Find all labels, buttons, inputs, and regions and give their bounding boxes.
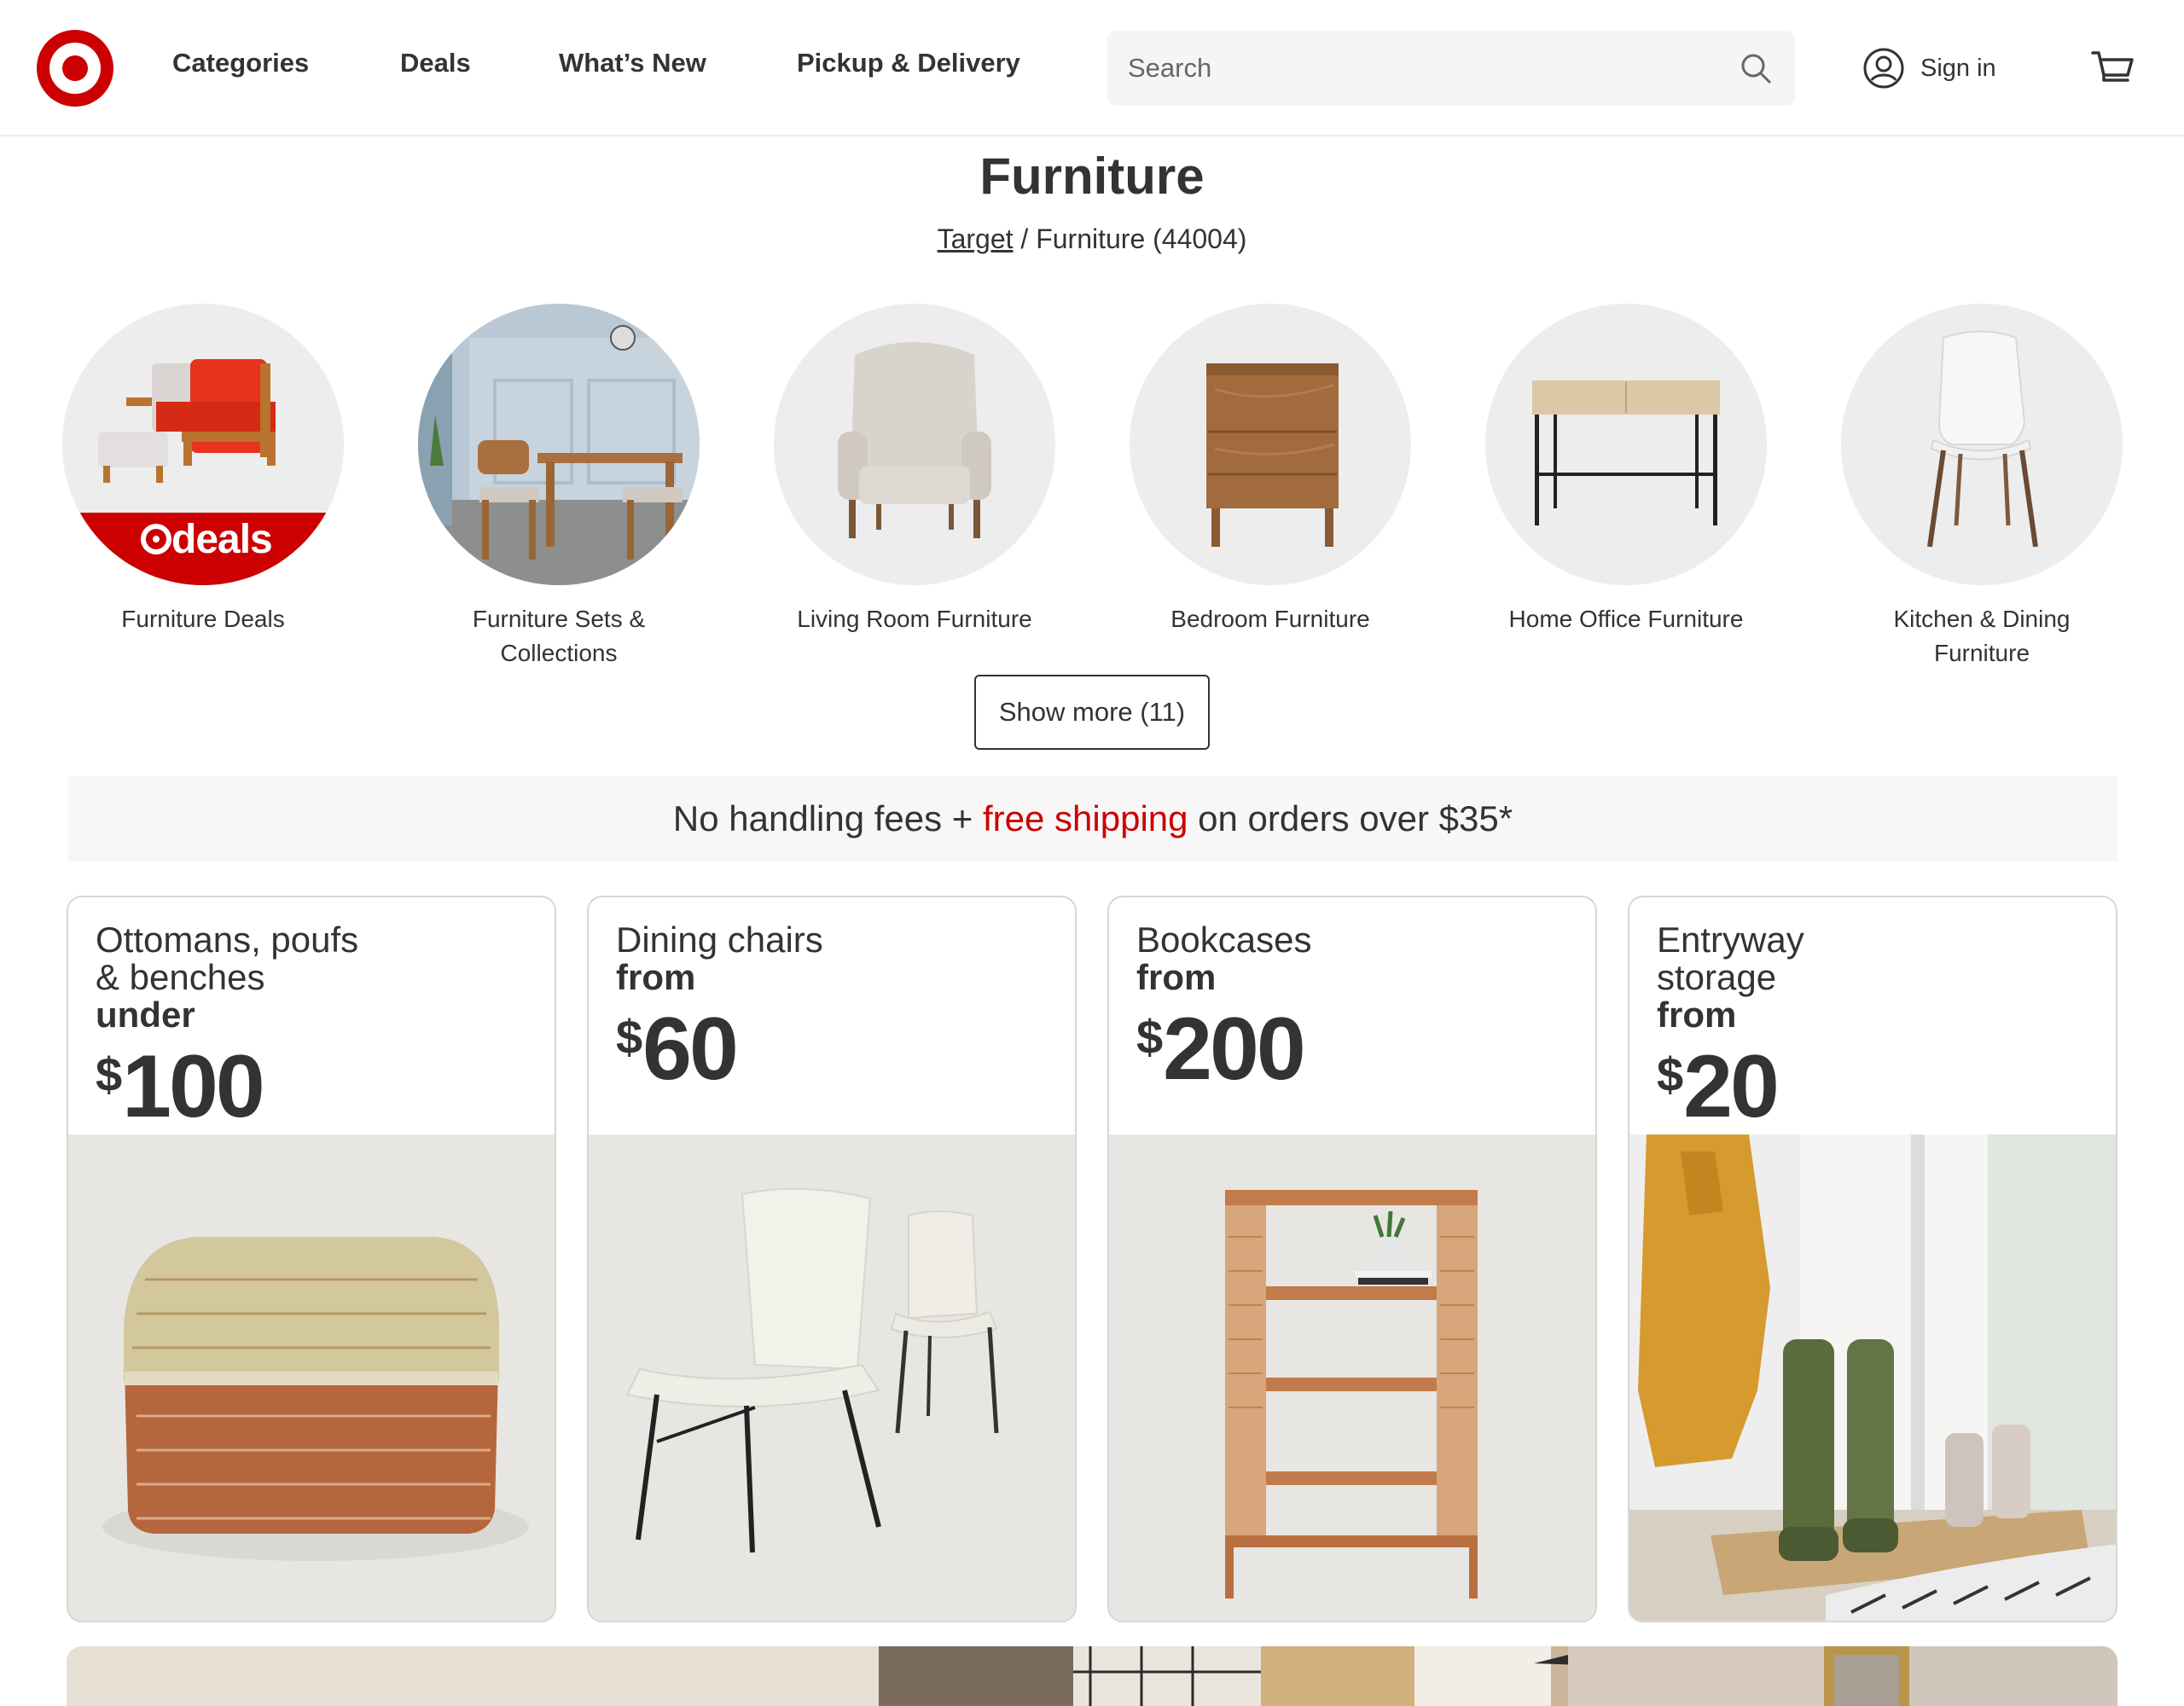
target-logo-icon[interactable] bbox=[37, 30, 113, 107]
promo-text-end: on orders over $35* bbox=[1188, 798, 1513, 838]
deal-card-price: $60 bbox=[616, 996, 1060, 1117]
bottom-feature-banner[interactable] bbox=[67, 1646, 2117, 1706]
sign-in-button[interactable]: Sign in bbox=[1862, 46, 1996, 90]
search-icon[interactable] bbox=[1739, 51, 1773, 85]
category-label: Kitchen & Dining Furniture bbox=[1893, 606, 2071, 666]
price-currency: $ bbox=[96, 1047, 123, 1101]
account-icon bbox=[1863, 48, 1904, 89]
category-image: deals bbox=[62, 304, 344, 585]
deal-card-image bbox=[589, 1134, 1075, 1621]
deal-card-title-line1: Entryway bbox=[1657, 920, 1804, 960]
deal-card-title-line2: storage bbox=[1657, 957, 1777, 997]
deal-card-image bbox=[68, 1134, 555, 1621]
deal-card-qualifier: from bbox=[1657, 995, 1737, 1035]
breadcrumb-link-target[interactable]: Target bbox=[938, 223, 1014, 254]
deal-card-qualifier: from bbox=[1136, 957, 1217, 997]
search-input[interactable] bbox=[1107, 31, 1722, 106]
promo-text-start: No handling fees + bbox=[672, 798, 983, 838]
nav-pickup-delivery[interactable]: Pickup & Delivery bbox=[797, 48, 1020, 78]
site-header: Categories Deals What’s New Pickup & Del… bbox=[0, 0, 2184, 136]
deals-badge: deals bbox=[171, 517, 273, 562]
category-image bbox=[774, 304, 1055, 585]
category-kitchen-dining[interactable]: Kitchen & Dining Furniture bbox=[1841, 304, 2123, 670]
category-label: Furniture Deals bbox=[121, 606, 285, 632]
bottom-banner-image bbox=[67, 1646, 2117, 1706]
breadcrumb-current: Furniture (44004) bbox=[1036, 223, 1247, 254]
deal-card-title-line1: Ottomans, poufs bbox=[96, 920, 359, 960]
category-home-office[interactable]: Home Office Furniture bbox=[1485, 304, 1767, 636]
deal-card-dining-chairs[interactable]: Dining chairs from $60 bbox=[587, 896, 1077, 1622]
search-bar bbox=[1107, 31, 1795, 106]
price-currency: $ bbox=[1657, 1047, 1684, 1101]
price-amount: 100 bbox=[122, 1037, 265, 1136]
deal-card-title-line2: & benches bbox=[96, 957, 265, 997]
category-bedroom[interactable]: Bedroom Furniture bbox=[1130, 304, 1411, 636]
deal-card-price: $200 bbox=[1136, 996, 1580, 1117]
nav-whats-new[interactable]: What’s New bbox=[559, 48, 706, 78]
price-currency: $ bbox=[616, 1010, 643, 1064]
shipping-promo-banner[interactable]: No handling fees + free shipping on orde… bbox=[68, 776, 2117, 862]
deal-card-text: Ottomans, poufs & benches under $100 bbox=[96, 921, 539, 1154]
category-label: Home Office Furniture bbox=[1508, 606, 1744, 632]
deal-card-title-line1: Bookcases bbox=[1136, 920, 1312, 960]
sign-in-label: Sign in bbox=[1920, 54, 1996, 82]
category-image bbox=[418, 304, 700, 585]
deal-card-ottomans[interactable]: Ottomans, poufs & benches under $100 bbox=[67, 896, 556, 1622]
cart-icon[interactable] bbox=[2090, 48, 2135, 90]
deal-card-qualifier: from bbox=[616, 957, 696, 997]
nav-categories[interactable]: Categories bbox=[172, 48, 309, 78]
breadcrumb-separator: / bbox=[1020, 223, 1029, 254]
category-living-room[interactable]: Living Room Furniture bbox=[774, 304, 1055, 636]
price-amount: 20 bbox=[1683, 1037, 1780, 1136]
deal-card-qualifier: under bbox=[96, 995, 195, 1035]
category-furniture-sets[interactable]: Furniture Sets & Collections bbox=[418, 304, 700, 670]
promo-free-shipping: free shipping bbox=[983, 798, 1188, 838]
nav-deals[interactable]: Deals bbox=[400, 48, 471, 78]
deal-card-image bbox=[1109, 1134, 1595, 1621]
breadcrumb: Target / Furniture (44004) bbox=[0, 223, 2184, 255]
category-image bbox=[1130, 304, 1411, 585]
category-image bbox=[1841, 304, 2123, 585]
deal-card-text: Entryway storage from $20 bbox=[1657, 921, 2100, 1154]
price-currency: $ bbox=[1136, 1010, 1164, 1064]
deal-card-entryway[interactable]: Entryway storage from $20 bbox=[1628, 896, 2117, 1622]
show-more-button[interactable]: Show more (11) bbox=[974, 675, 1210, 750]
category-furniture-deals[interactable]: deals Furniture Deals bbox=[62, 304, 344, 636]
category-label: Bedroom Furniture bbox=[1170, 606, 1370, 632]
deal-card-text: Bookcases from $200 bbox=[1136, 921, 1580, 1117]
deal-card-text: Dining chairs from $60 bbox=[616, 921, 1060, 1117]
page-title: Furniture bbox=[979, 148, 1205, 205]
category-image bbox=[1485, 304, 1767, 585]
category-label: Living Room Furniture bbox=[797, 606, 1032, 632]
category-label: Furniture Sets & Collections bbox=[472, 606, 646, 666]
deal-card-bookcases[interactable]: Bookcases from $200 bbox=[1107, 896, 1597, 1622]
price-amount: 200 bbox=[1163, 1000, 1306, 1099]
price-amount: 60 bbox=[642, 1000, 739, 1099]
deal-card-title-line1: Dining chairs bbox=[616, 920, 823, 960]
deal-card-image bbox=[1629, 1134, 2116, 1621]
